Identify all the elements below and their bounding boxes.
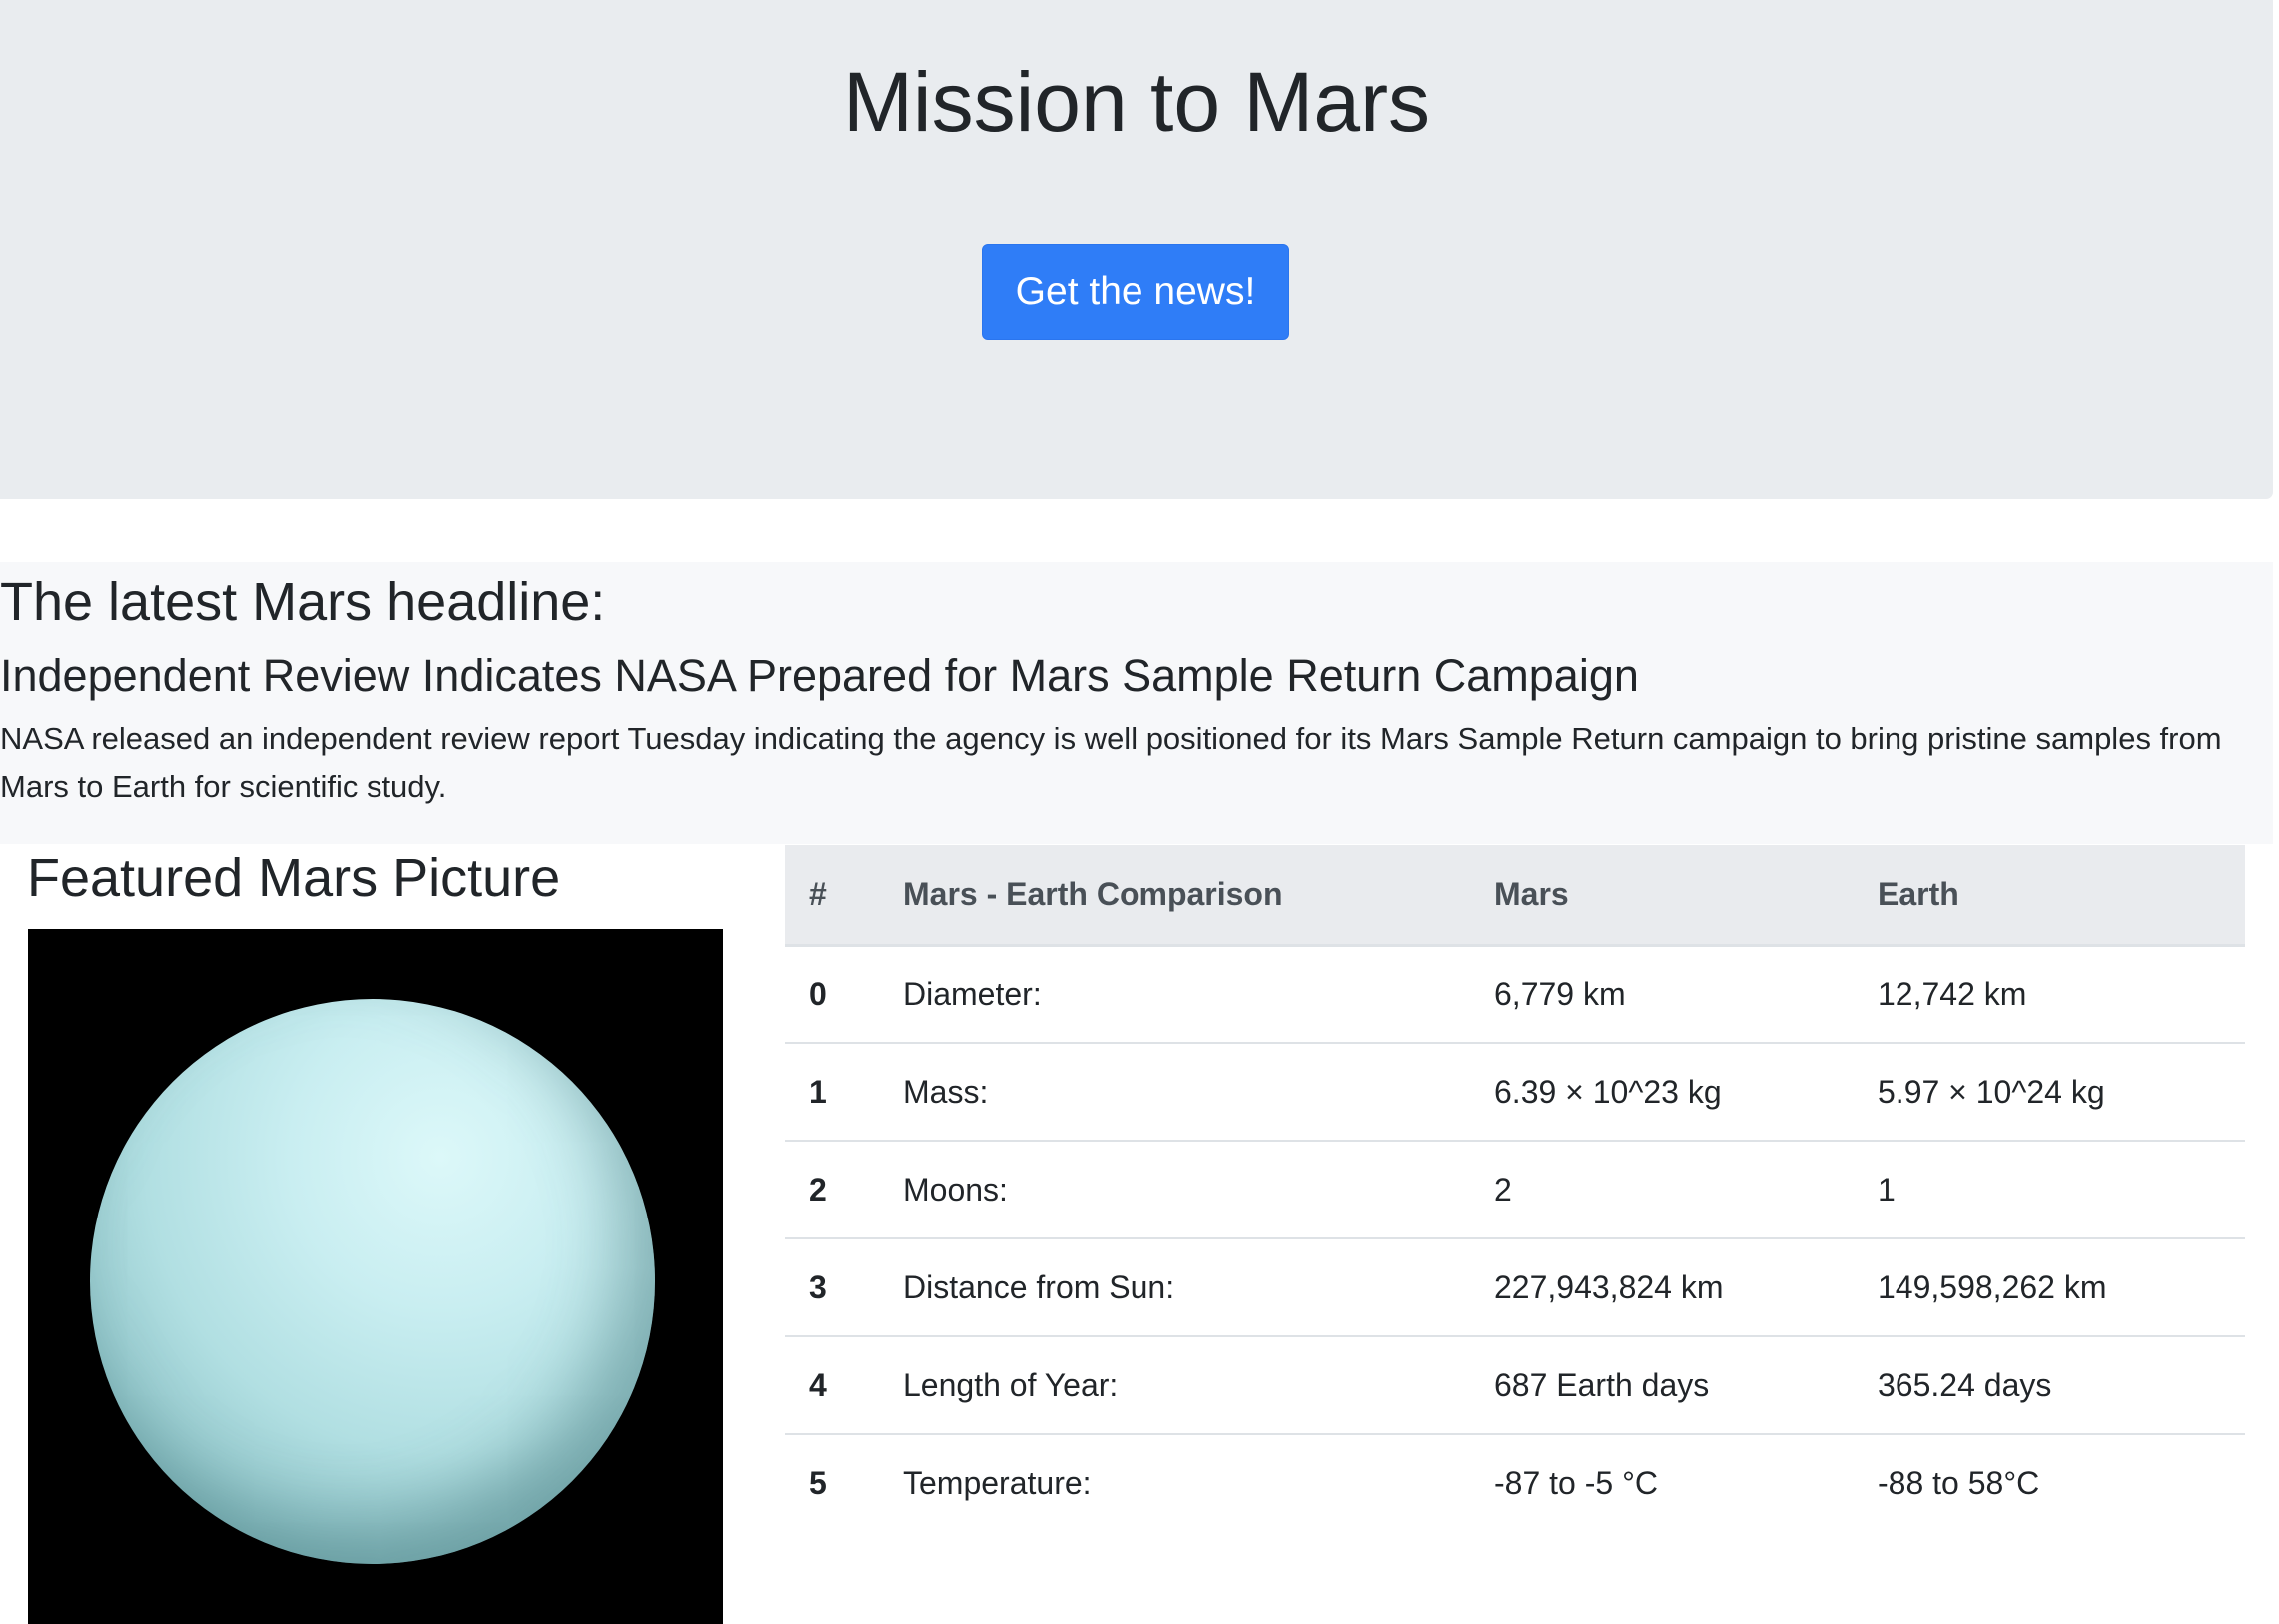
earth-value: 1: [1878, 1141, 2245, 1239]
mars-value: 687 Earth days: [1494, 1336, 1878, 1435]
mars-value: 2: [1494, 1141, 1878, 1239]
get-news-button[interactable]: Get the news!: [982, 244, 1289, 340]
news-paragraph: NASA released an independent review repo…: [0, 721, 2222, 804]
row-index: 5: [809, 1465, 827, 1501]
table-row: 2 Moons: 2 1: [785, 1141, 2245, 1239]
row-label: Distance from Sun:: [903, 1238, 1494, 1337]
earth-value: 5.97 × 10^24 kg: [1878, 1043, 2245, 1142]
headline-section: The latest Mars headline: Independent Re…: [0, 562, 2273, 844]
earth-value: 12,742 km: [1878, 945, 2245, 1044]
featured-image: [28, 929, 723, 1624]
mars-value: -87 to -5 °C: [1494, 1465, 1658, 1501]
news-title: Independent Review Indicates NASA Prepar…: [0, 650, 1639, 701]
row-index: 2: [785, 1141, 903, 1239]
headline-heading: The latest Mars headline:: [0, 572, 606, 632]
table-row: 3 Distance from Sun: 227,943,824 km 149,…: [785, 1238, 2245, 1337]
page-title: Mission to Mars: [842, 55, 1431, 149]
row-label: Temperature:: [903, 1465, 1092, 1501]
earth-value: 149,598,262 km: [1878, 1238, 2245, 1337]
table-row: 0 Diameter: 6,779 km 12,742 km: [785, 945, 2245, 1044]
jumbotron: Mission to Mars Get the news!: [0, 0, 2273, 499]
table-row: 1 Mass: 6.39 × 10^23 kg 5.97 × 10^24 kg: [785, 1043, 2245, 1142]
mars-value: 6,779 km: [1494, 945, 1878, 1044]
row-index: 3: [785, 1238, 903, 1337]
page: Mission to Mars Get the news! The latest…: [0, 0, 2279, 1624]
row-label: Mass:: [903, 1043, 1494, 1142]
row-label: Length of Year:: [903, 1336, 1494, 1435]
row-label: Moons:: [903, 1141, 1494, 1239]
table-header-row: # Mars - Earth Comparison Mars Earth: [785, 845, 2245, 947]
row-label: Diameter:: [903, 945, 1494, 1044]
row-index: 0: [785, 945, 903, 1044]
column-header: Earth: [1878, 845, 2245, 947]
planet-image: [90, 999, 655, 1564]
row-index: 4: [785, 1336, 903, 1435]
earth-value: -88 to 58°C: [1878, 1465, 2040, 1501]
column-header: #: [785, 845, 903, 947]
featured-image-heading: Featured Mars Picture: [27, 848, 561, 908]
row-index: 1: [785, 1043, 903, 1142]
earth-value: 365.24 days: [1878, 1336, 2245, 1435]
mars-value: 6.39 × 10^23 kg: [1494, 1043, 1878, 1142]
mars-value: 227,943,824 km: [1494, 1238, 1878, 1337]
column-header: Mars: [1494, 845, 1878, 947]
table-row: 4 Length of Year: 687 Earth days 365.24 …: [785, 1336, 2245, 1435]
column-header: Mars - Earth Comparison: [903, 845, 1494, 947]
mars-facts-table: # Mars - Earth Comparison Mars Earth 0 D…: [785, 845, 2245, 1532]
table-row: 5 Temperature: -87 to -5 °C -88 to 58°C: [785, 1434, 2245, 1532]
